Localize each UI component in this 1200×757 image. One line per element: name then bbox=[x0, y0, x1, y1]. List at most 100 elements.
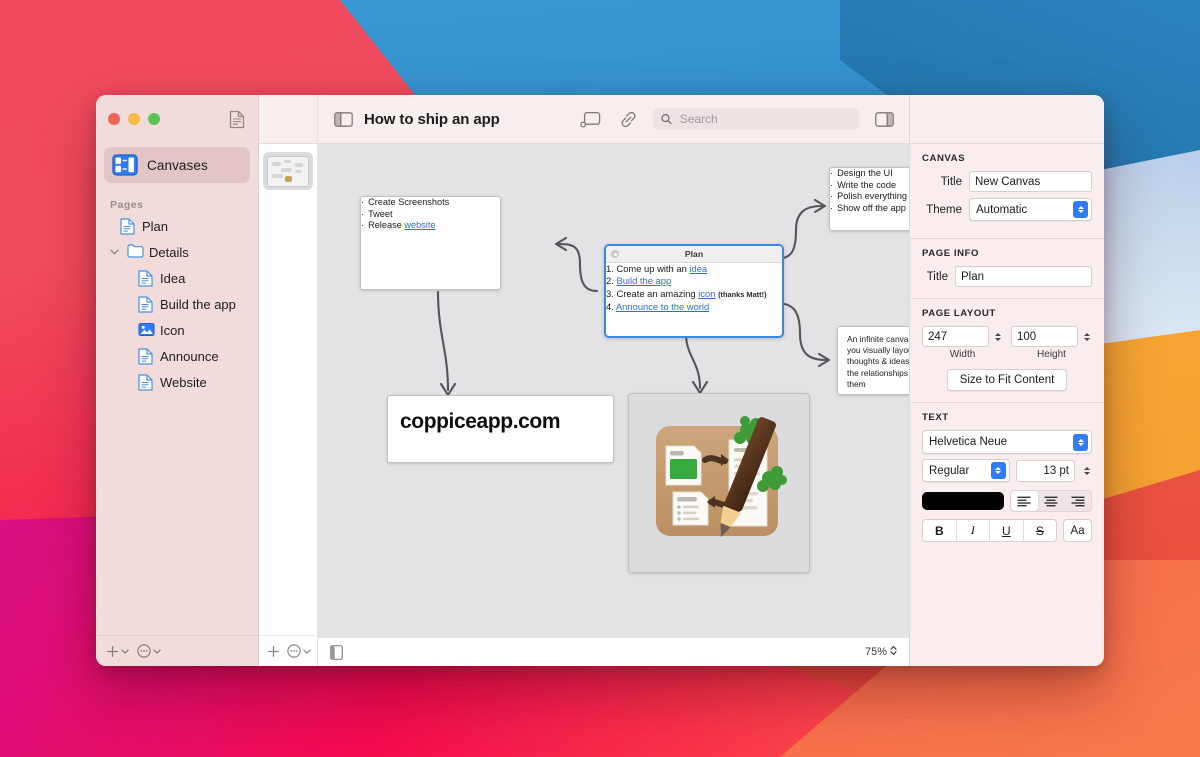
sidebar-item-plan[interactable]: Plan bbox=[102, 213, 252, 239]
text-color-swatch[interactable] bbox=[922, 492, 1004, 510]
height-input[interactable]: 100 bbox=[1011, 326, 1078, 347]
font-weight-select[interactable]: Regular bbox=[922, 459, 1010, 482]
list-item: 4. Announce to the world bbox=[606, 301, 710, 313]
font-family-value: Helvetica Neue bbox=[929, 436, 1007, 448]
align-right-button[interactable] bbox=[1064, 491, 1091, 511]
inspector-toggle-icon[interactable] bbox=[871, 106, 897, 132]
new-page-icon[interactable] bbox=[577, 106, 603, 132]
pages-list: Plan Details Idea Build the app Icon Ann… bbox=[96, 213, 258, 395]
canvas-title-input[interactable]: New Canvas bbox=[969, 171, 1092, 192]
canvas-column: How to ship an app Search · Create Scree… bbox=[318, 95, 909, 666]
text-align-segmented-control bbox=[1009, 490, 1092, 512]
inspector-section-page-layout: PAGE LAYOUT 247 Width 100 Height Size to… bbox=[910, 299, 1104, 403]
app-window: Canvases Pages Plan Details Idea Build t… bbox=[96, 95, 1104, 666]
thumbnail-toggle-icon[interactable] bbox=[330, 644, 343, 660]
idea-link[interactable]: idea bbox=[689, 263, 707, 274]
color-and-align-row bbox=[922, 490, 1092, 512]
canvas-card-description[interactable]: An infinite canvas that lets you visuall… bbox=[837, 326, 909, 395]
font-size-input[interactable]: 13 pt bbox=[1015, 459, 1075, 482]
build-the-app-link[interactable]: Build the app bbox=[616, 275, 671, 286]
canvas-theme-value: Automatic bbox=[976, 203, 1028, 216]
inspector-section-page-info: PAGE INFO Title Plan bbox=[910, 239, 1104, 299]
width-input[interactable]: 247 bbox=[922, 326, 989, 347]
checklist-items: Create Screenshots Tweet Release website bbox=[361, 197, 500, 232]
zoom-window-button[interactable] bbox=[148, 113, 160, 125]
list-item: Tweet bbox=[361, 209, 500, 221]
italic-button[interactable]: I bbox=[957, 520, 991, 541]
align-left-button[interactable] bbox=[1010, 491, 1038, 511]
document-icon[interactable] bbox=[227, 108, 247, 130]
sidebar-item-announce[interactable]: Announce bbox=[102, 343, 252, 369]
add-canvas-button[interactable] bbox=[267, 645, 280, 658]
section-title: PAGE INFO bbox=[922, 248, 980, 259]
page-title-input[interactable]: Plan bbox=[955, 266, 1092, 287]
inspector-content: CANVAS Title New Canvas Theme Automatic bbox=[910, 144, 1104, 666]
minimize-window-button[interactable] bbox=[128, 113, 140, 125]
thumbnail-sidebar bbox=[259, 95, 318, 666]
width-stepper[interactable] bbox=[992, 328, 1003, 346]
chevron-updown-icon bbox=[1073, 201, 1088, 218]
canvas-card-app-icon[interactable] bbox=[628, 393, 810, 573]
sidebar-item-label: Details bbox=[149, 244, 189, 260]
font-family-select[interactable]: Helvetica Neue bbox=[922, 430, 1092, 454]
toolbar: How to ship an app bbox=[318, 95, 909, 144]
sidebar-item-build-the-app[interactable]: Build the app bbox=[102, 291, 252, 317]
tasks-items: Design the UI Write the code Polish ever… bbox=[830, 168, 909, 214]
canvas-thumbnail[interactable] bbox=[263, 152, 313, 190]
search-input[interactable] bbox=[677, 111, 851, 127]
more-options-button[interactable] bbox=[137, 644, 161, 658]
sidebar-item-icon[interactable]: Icon bbox=[102, 317, 252, 343]
align-center-button[interactable] bbox=[1038, 491, 1065, 511]
image-icon bbox=[138, 322, 155, 339]
bold-button[interactable]: B bbox=[923, 520, 957, 541]
canvas-card-checklist[interactable]: Create Screenshots Tweet Release website bbox=[360, 196, 501, 290]
sidebar-item-canvases[interactable]: Canvases bbox=[104, 147, 250, 183]
icon-link[interactable]: icon bbox=[698, 288, 715, 299]
sidebar-footer bbox=[96, 635, 258, 666]
canvases-label: Canvases bbox=[147, 157, 208, 173]
font-size-stepper[interactable] bbox=[1081, 462, 1092, 480]
text-format-options-button[interactable]: Aa bbox=[1063, 519, 1092, 542]
sidebar-item-label: Idea bbox=[160, 270, 186, 286]
plan-card-header: Plan bbox=[606, 246, 782, 263]
sidebar-toggle-icon[interactable] bbox=[330, 106, 356, 132]
list-item: 3. Create an amazing icon (thanks Matt!) bbox=[606, 287, 767, 299]
chevron-down-icon[interactable] bbox=[108, 249, 120, 255]
search-field[interactable] bbox=[653, 108, 859, 130]
canvas-more-options-button[interactable] bbox=[287, 644, 311, 658]
url-text: coppiceapp.com bbox=[400, 410, 561, 433]
coppice-app-icon bbox=[656, 416, 787, 538]
text-style-group: B I U S bbox=[922, 519, 1058, 542]
close-window-button[interactable] bbox=[108, 113, 120, 125]
canvas-card-url[interactable]: coppiceapp.com bbox=[387, 395, 614, 463]
height-stepper[interactable] bbox=[1081, 328, 1092, 346]
font-weight-value: Regular bbox=[929, 464, 970, 477]
sidebar-item-website[interactable]: Website bbox=[102, 369, 252, 395]
inspector-titlebar-spacer bbox=[910, 95, 1104, 144]
list-item: Show off the app bbox=[830, 203, 909, 215]
sidebar-item-idea[interactable]: Idea bbox=[102, 265, 252, 291]
width-field-group: 247 Width bbox=[922, 326, 1003, 360]
canvas-title-label: Title bbox=[940, 175, 962, 188]
zoom-stepper[interactable] bbox=[890, 645, 897, 659]
thumbnail-footer bbox=[259, 635, 317, 666]
add-page-button[interactable] bbox=[106, 645, 129, 658]
canvas-theme-row: Theme Automatic bbox=[922, 198, 1092, 221]
link-icon[interactable] bbox=[615, 106, 641, 132]
close-icon[interactable] bbox=[611, 250, 619, 258]
announce-link[interactable]: Announce to the world bbox=[616, 301, 709, 312]
website-link[interactable]: website bbox=[404, 220, 435, 230]
canvas-theme-select[interactable]: Automatic bbox=[969, 198, 1092, 221]
strikethrough-button[interactable]: S bbox=[1024, 520, 1057, 541]
zoom-control[interactable]: 75% bbox=[865, 645, 897, 659]
canvas-area[interactable]: Create Screenshots Tweet Release website… bbox=[318, 144, 909, 637]
sidebar-item-label: Build the app bbox=[160, 296, 236, 312]
sidebar-item-label: Plan bbox=[142, 218, 169, 234]
canvas-card-tasks[interactable]: Design the UI Write the code Polish ever… bbox=[829, 167, 909, 231]
sidebar-item-details[interactable]: Details bbox=[102, 239, 252, 265]
canvases-icon bbox=[112, 154, 138, 176]
canvas-card-plan[interactable]: Plan 1. Come up with an idea 2. Build th… bbox=[604, 244, 784, 338]
underline-button[interactable]: U bbox=[990, 520, 1024, 541]
size-to-fit-content-button[interactable]: Size to Fit Content bbox=[946, 369, 1068, 391]
width-label: Width bbox=[949, 349, 976, 360]
